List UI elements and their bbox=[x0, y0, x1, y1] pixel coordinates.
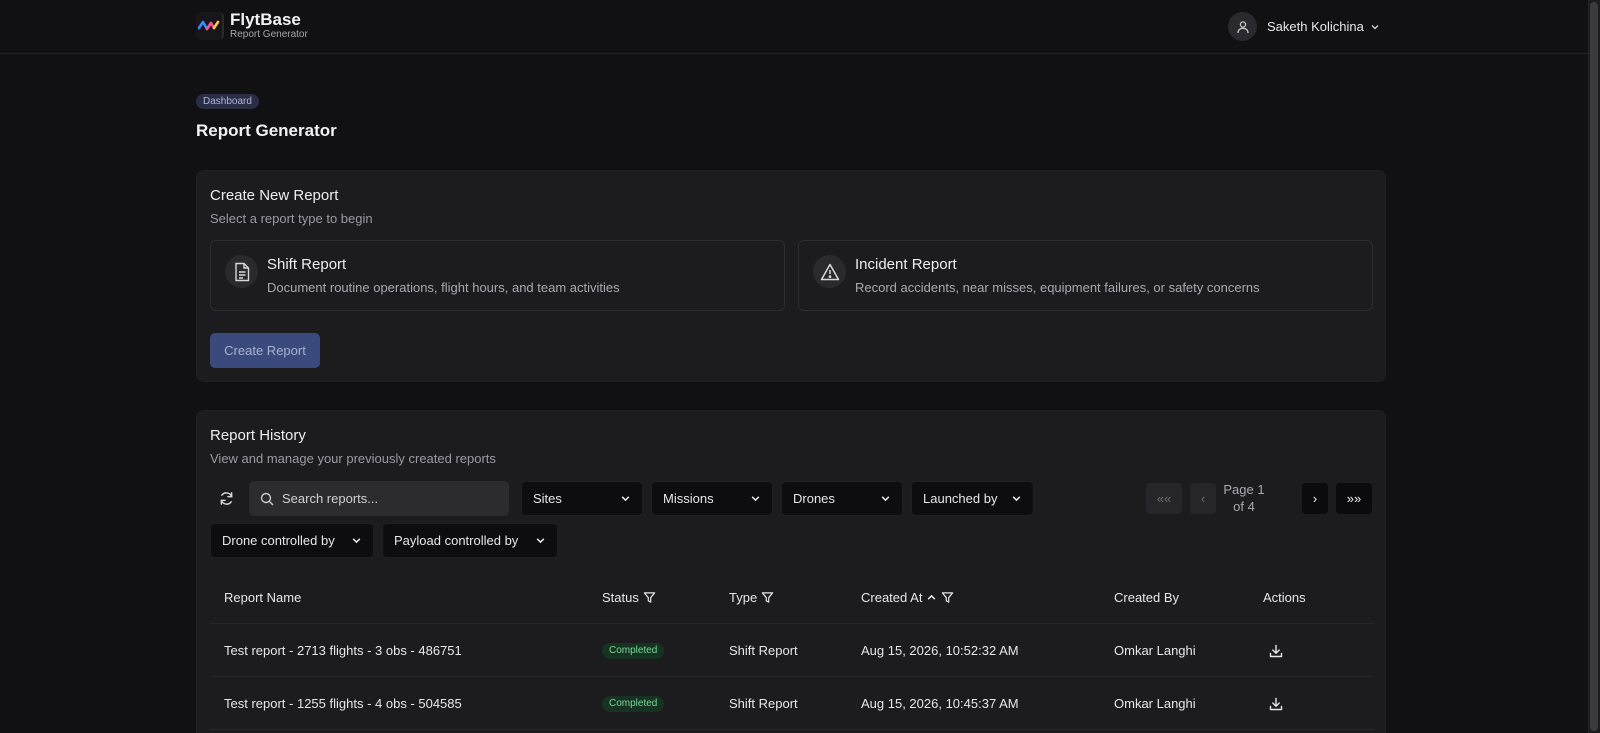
incident-report-description: Record accidents, near misses, equipment… bbox=[855, 280, 1260, 295]
incident-report-title: Incident Report bbox=[855, 256, 957, 273]
chevron-down-icon bbox=[1012, 496, 1021, 502]
first-page-button[interactable]: «« bbox=[1146, 483, 1182, 514]
col-status-label: Status bbox=[602, 590, 639, 605]
chevron-down-icon bbox=[751, 496, 760, 502]
status-cell: Completed bbox=[602, 677, 665, 730]
avatar[interactable] bbox=[1228, 12, 1257, 41]
col-created-at[interactable]: Created At bbox=[861, 571, 954, 624]
incident-report-option[interactable]: Incident Report Record accidents, near m… bbox=[798, 240, 1373, 311]
search-box[interactable] bbox=[249, 481, 509, 516]
col-status[interactable]: Status bbox=[602, 571, 656, 624]
history-title: Report History bbox=[210, 427, 306, 444]
next-page-button[interactable]: › bbox=[1302, 483, 1328, 514]
missions-filter-label: Missions bbox=[663, 491, 714, 506]
chevron-down-icon bbox=[536, 538, 545, 544]
shift-report-option[interactable]: Shift Report Document routine operations… bbox=[210, 240, 785, 311]
refresh-button[interactable] bbox=[210, 481, 242, 515]
create-report-button[interactable]: Create Report bbox=[210, 333, 320, 368]
search-input[interactable] bbox=[282, 491, 492, 506]
launched-by-filter[interactable]: Launched by bbox=[911, 481, 1034, 516]
refresh-icon bbox=[220, 491, 232, 505]
chevron-down-icon bbox=[1371, 24, 1379, 29]
page-indicator-line1: Page 1 bbox=[1223, 482, 1265, 497]
page-indicator: Page 1 of 4 bbox=[1212, 481, 1276, 515]
warning-icon bbox=[813, 255, 846, 288]
report-history-table: Report Name Status Type Created At Creat… bbox=[210, 571, 1374, 730]
create-report-card: Create New Report Select a report type t… bbox=[196, 170, 1386, 382]
user-menu[interactable]: Saketh Kolichina bbox=[1228, 12, 1380, 41]
sites-filter[interactable]: Sites bbox=[521, 481, 643, 516]
created-at: Aug 15, 2026, 10:52:32 AM bbox=[861, 643, 1019, 658]
chevron-down-icon bbox=[621, 496, 630, 502]
status-badge: Completed bbox=[602, 695, 665, 712]
drone-controlled-by-label: Drone controlled by bbox=[222, 533, 335, 548]
drones-filter[interactable]: Drones bbox=[781, 481, 903, 516]
report-type: Shift Report bbox=[729, 643, 798, 658]
col-type-label: Type bbox=[729, 590, 758, 605]
table-row[interactable]: Test report - 1255 flights - 4 obs - 504… bbox=[210, 677, 1374, 730]
filter-icon[interactable] bbox=[941, 591, 954, 604]
shift-report-title: Shift Report bbox=[267, 256, 347, 273]
payload-controlled-by-filter[interactable]: Payload controlled by bbox=[382, 523, 558, 558]
created-at: Aug 15, 2026, 10:45:37 AM bbox=[861, 696, 1019, 711]
sort-ascending-icon[interactable] bbox=[926, 592, 937, 603]
page-scrollbar-thumb[interactable] bbox=[1590, 2, 1598, 731]
user-icon bbox=[1236, 20, 1249, 33]
download-icon[interactable] bbox=[1269, 644, 1283, 658]
col-report-name: Report Name bbox=[224, 590, 302, 605]
created-by: Omkar Langhi bbox=[1114, 643, 1196, 658]
flytbase-logo-icon bbox=[196, 11, 224, 40]
table-header: Report Name Status Type Created At Creat… bbox=[210, 571, 1374, 624]
page-scrollbar[interactable] bbox=[1588, 0, 1600, 733]
chevron-down-icon bbox=[352, 538, 361, 544]
created-by: Omkar Langhi bbox=[1114, 696, 1196, 711]
col-type[interactable]: Type bbox=[729, 571, 774, 624]
col-created-at-label: Created At bbox=[861, 590, 923, 605]
report-history-card: Report History View and manage your prev… bbox=[196, 410, 1386, 733]
brand-subtitle: Report Generator bbox=[230, 29, 308, 40]
brand[interactable]: FlytBase Report Generator bbox=[196, 10, 308, 41]
page-indicator-line2: of 4 bbox=[1233, 499, 1255, 514]
brand-name: FlytBase bbox=[230, 10, 301, 29]
payload-controlled-by-label: Payload controlled by bbox=[394, 533, 519, 548]
report-type: Shift Report bbox=[729, 696, 798, 711]
filter-icon[interactable] bbox=[643, 591, 656, 604]
filter-icon[interactable] bbox=[761, 591, 774, 604]
top-header: FlytBase Report Generator Saketh Kolichi… bbox=[0, 0, 1588, 54]
status-cell: Completed bbox=[602, 624, 665, 677]
history-subtitle: View and manage your previously created … bbox=[210, 451, 496, 466]
document-icon bbox=[225, 255, 258, 288]
search-icon bbox=[260, 492, 274, 505]
page-title: Report Generator bbox=[196, 121, 337, 140]
last-page-button[interactable]: »» bbox=[1336, 483, 1372, 514]
launched-by-filter-label: Launched by bbox=[923, 491, 998, 506]
drones-filter-label: Drones bbox=[793, 491, 835, 506]
table-row[interactable]: Test report - 2713 flights - 3 obs - 486… bbox=[210, 624, 1374, 677]
report-name[interactable]: Test report - 2713 flights - 3 obs - 486… bbox=[224, 624, 462, 677]
missions-filter[interactable]: Missions bbox=[651, 481, 773, 516]
download-icon[interactable] bbox=[1269, 697, 1283, 711]
sites-filter-label: Sites bbox=[533, 491, 562, 506]
col-created-by: Created By bbox=[1114, 590, 1180, 605]
chevron-down-icon bbox=[881, 496, 890, 502]
create-card-title: Create New Report bbox=[210, 187, 339, 204]
actions-cell bbox=[1263, 677, 1283, 730]
report-name[interactable]: Test report - 1255 flights - 4 obs - 504… bbox=[224, 677, 462, 730]
col-actions: Actions bbox=[1263, 590, 1306, 605]
actions-cell bbox=[1263, 624, 1283, 677]
user-name[interactable]: Saketh Kolichina bbox=[1267, 19, 1364, 34]
drone-controlled-by-filter[interactable]: Drone controlled by bbox=[210, 523, 374, 558]
breadcrumb[interactable]: Dashboard bbox=[196, 94, 259, 109]
shift-report-description: Document routine operations, flight hour… bbox=[267, 280, 620, 295]
create-card-subtitle: Select a report type to begin bbox=[210, 211, 373, 226]
status-badge: Completed bbox=[602, 642, 665, 659]
